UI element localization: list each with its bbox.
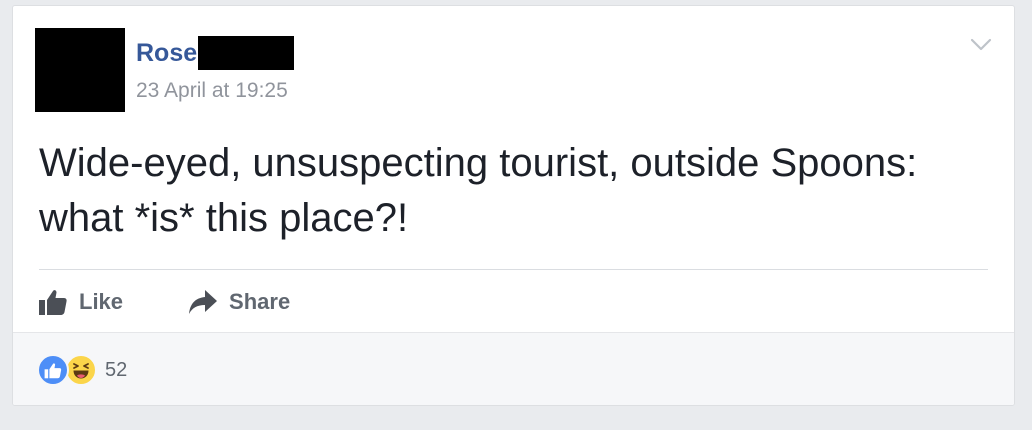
- post-options-button[interactable]: [966, 34, 996, 60]
- reactions-footer: 52: [13, 332, 1014, 405]
- post-timestamp[interactable]: 23 April at 19:25: [136, 78, 288, 104]
- post-text: Wide-eyed, unsuspecting tourist, outside…: [39, 141, 918, 240]
- post-card: Rose 23 April at 19:25 Wide-eyed, unsusp…: [12, 5, 1015, 406]
- redacted-surname: [198, 36, 295, 70]
- author-name[interactable]: Rose: [136, 36, 197, 70]
- share-button[interactable]: Share: [187, 282, 290, 322]
- share-label: Share: [229, 289, 291, 314]
- share-arrow-icon: [187, 288, 219, 316]
- chevron-down-icon: [970, 38, 992, 57]
- haha-icon: [65, 354, 97, 386]
- like-label: Like: [79, 289, 124, 314]
- reactions-summary[interactable]: 52: [37, 353, 127, 387]
- reaction-count: 52: [105, 358, 128, 381]
- like-icon: [37, 354, 69, 386]
- post-actions: Like Share: [37, 282, 354, 322]
- avatar[interactable]: [35, 28, 125, 112]
- thumbs-up-icon: [37, 288, 69, 316]
- author-row: Rose: [136, 36, 295, 70]
- like-button[interactable]: Like: [37, 282, 123, 322]
- divider: [39, 269, 988, 270]
